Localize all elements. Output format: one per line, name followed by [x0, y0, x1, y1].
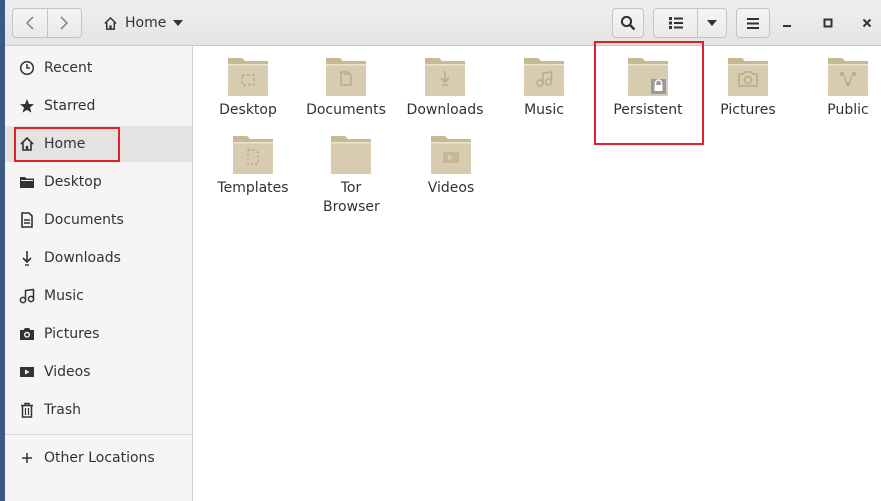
folder-item-public[interactable]: Public — [798, 52, 881, 120]
sidebar-item-desktop[interactable]: Desktop — [5, 164, 192, 200]
sidebar-item-starred[interactable]: Starred — [5, 88, 192, 124]
chevron-down-icon — [707, 20, 718, 26]
folder-label: Persistent — [613, 102, 683, 118]
menu-button[interactable] — [736, 8, 770, 38]
close-icon — [862, 18, 872, 28]
clock-icon — [19, 60, 35, 76]
sidebar-item-label: Starred — [44, 98, 96, 114]
folder-icon — [824, 52, 872, 100]
folder-item-persistent[interactable]: Persistent — [598, 52, 698, 120]
folder-item-pictures[interactable]: Pictures — [698, 52, 798, 120]
search-icon — [620, 15, 636, 31]
back-button[interactable] — [13, 9, 47, 37]
sidebar-item-trash[interactable]: Trash — [5, 392, 192, 428]
maximize-button[interactable] — [817, 12, 839, 34]
hamburger-menu-icon — [747, 17, 759, 29]
sidebar-item-label: Recent — [44, 60, 93, 76]
sidebar-item-pictures[interactable]: Pictures — [5, 316, 192, 352]
sidebar-item-other-locations[interactable]: Other Locations — [5, 440, 192, 476]
folder-icon — [19, 174, 35, 190]
folder-icon — [327, 130, 375, 178]
list-view-icon — [668, 17, 683, 29]
sidebar-separator — [5, 434, 192, 435]
sidebar-item-label: Documents — [44, 212, 124, 228]
folder-item-templates[interactable]: Templates — [203, 130, 303, 198]
minimize-icon — [783, 25, 791, 27]
location-label: Home — [125, 15, 167, 31]
music-icon — [19, 288, 35, 304]
sidebar-item-label: Desktop — [44, 174, 102, 190]
folder-label: Pictures — [720, 102, 776, 118]
folder-item-downloads[interactable]: Downloads — [395, 52, 495, 120]
chevron-down-icon — [173, 20, 184, 26]
sidebar-item-downloads[interactable]: Downloads — [5, 240, 192, 276]
file-manager-window: Home Recent Starred Home Desktop Documen… — [5, 0, 881, 501]
view-options-group — [653, 8, 727, 38]
maximize-icon — [823, 18, 833, 28]
star-icon — [19, 98, 35, 114]
folder-item-documents[interactable]: Documents — [296, 52, 396, 120]
sidebar-item-documents[interactable]: Documents — [5, 202, 192, 238]
folder-label: Music — [524, 102, 564, 118]
home-icon — [19, 136, 35, 152]
sidebar-item-recent[interactable]: Recent — [5, 50, 192, 86]
sidebar-item-label: Pictures — [44, 326, 100, 342]
forward-button[interactable] — [46, 9, 82, 37]
view-list-button[interactable] — [654, 9, 697, 37]
sidebar-item-label: Downloads — [44, 250, 121, 266]
view-options-dropdown[interactable] — [697, 9, 726, 37]
folder-label: Templates — [217, 180, 289, 196]
sidebar-item-label: Home — [44, 136, 86, 152]
sidebar-item-label: Trash — [44, 402, 81, 418]
search-button[interactable] — [612, 8, 644, 38]
plus-icon — [19, 450, 35, 466]
folder-label: Documents — [306, 102, 386, 118]
file-view: Desktop Documents Downloads Music Persis — [193, 41, 881, 501]
folder-icon — [520, 52, 568, 100]
camera-icon — [19, 326, 35, 342]
close-button[interactable] — [856, 12, 878, 34]
folder-icon — [229, 130, 277, 178]
sidebar-item-home[interactable]: Home — [5, 126, 192, 162]
document-icon — [19, 212, 35, 228]
folder-icon — [224, 52, 272, 100]
chevron-right-icon — [60, 16, 69, 30]
folder-label: Tor Browser — [323, 180, 380, 215]
video-icon — [19, 364, 35, 380]
folder-label: Downloads — [406, 102, 484, 118]
chevron-left-icon — [25, 16, 34, 30]
folder-item-tor-browser[interactable]: Tor Browser — [301, 130, 401, 217]
header-bar: Home — [5, 0, 881, 46]
folder-icon — [624, 52, 672, 100]
home-icon — [104, 16, 117, 30]
location-button[interactable]: Home — [95, 8, 191, 38]
sidebar-item-videos[interactable]: Videos — [5, 354, 192, 390]
sidebar-item-music[interactable]: Music — [5, 278, 192, 314]
sidebar: Recent Starred Home Desktop Documents Do… — [5, 46, 193, 501]
folder-icon — [421, 52, 469, 100]
sidebar-item-label: Other Locations — [44, 450, 155, 466]
folder-label: Public — [827, 102, 869, 118]
folder-icon — [427, 130, 475, 178]
trash-icon — [19, 402, 35, 418]
folder-icon — [322, 52, 370, 100]
folder-label: Desktop — [219, 102, 277, 118]
folder-item-music[interactable]: Music — [494, 52, 594, 120]
folder-label: Videos — [427, 180, 475, 196]
folder-icon — [724, 52, 772, 100]
folder-item-videos[interactable]: Videos — [401, 130, 501, 198]
sidebar-item-label: Videos — [44, 364, 91, 380]
sidebar-item-label: Music — [44, 288, 84, 304]
minimize-button[interactable] — [776, 12, 798, 34]
nav-buttons — [12, 8, 82, 38]
download-icon — [19, 250, 35, 266]
folder-item-desktop[interactable]: Desktop — [198, 52, 298, 120]
